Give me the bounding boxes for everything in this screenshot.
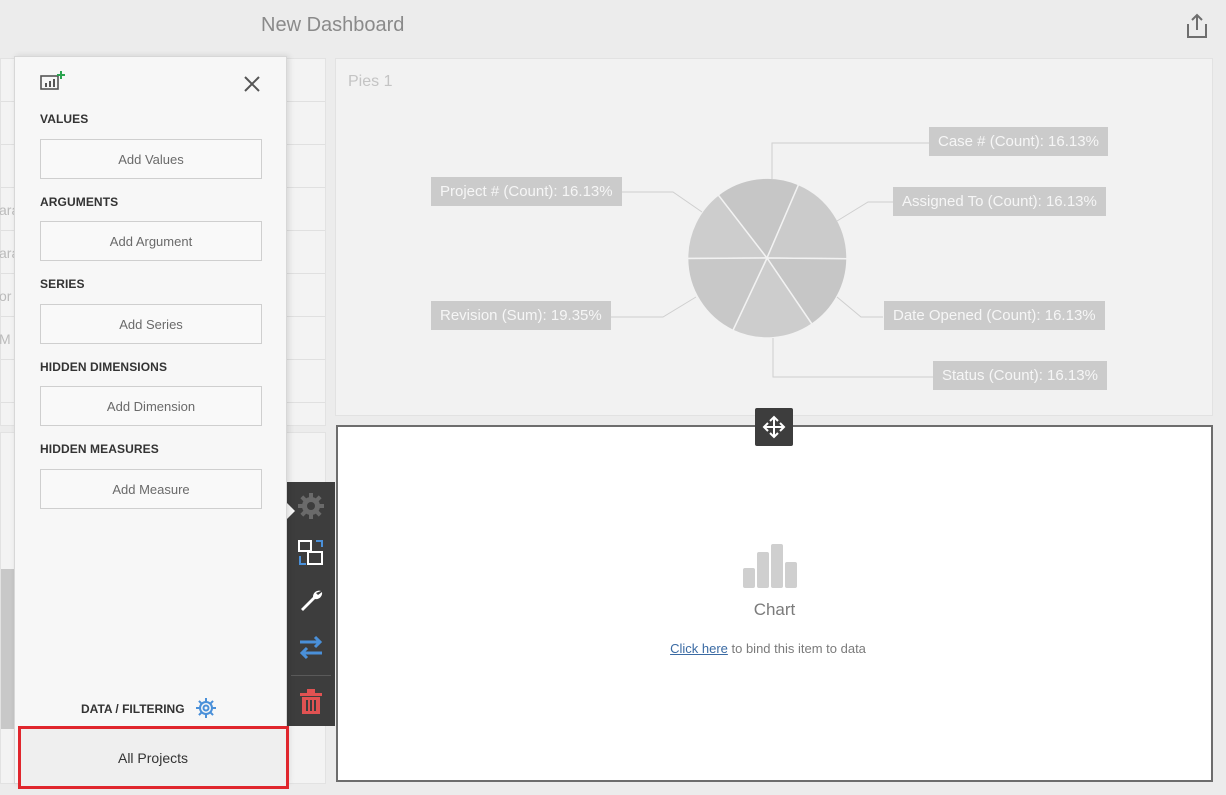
add-dimension-button[interactable]: Add Dimension [40, 386, 262, 426]
hidden-measures-section-label: HIDDEN MEASURES [40, 442, 159, 456]
values-section-label: VALUES [40, 112, 89, 126]
item-toolbar [286, 482, 335, 726]
data-source-button[interactable]: All Projects [19, 727, 287, 787]
wrench-icon[interactable] [287, 578, 335, 622]
arguments-section-label: ARGUMENTS [40, 195, 119, 209]
leader-line [771, 142, 929, 179]
trash-icon[interactable] [287, 680, 335, 724]
share-icon[interactable] [1184, 12, 1210, 40]
convert-icon[interactable] [287, 531, 335, 575]
leader-line [619, 191, 703, 213]
add-argument-button[interactable]: Add Argument [40, 221, 262, 261]
hidden-dimensions-section-label: HIDDEN DIMENSIONS [40, 360, 168, 374]
add-series-button[interactable]: Add Series [40, 304, 262, 344]
data-filtering-label: DATA / FILTERING [81, 702, 185, 716]
data-filtering-gear-icon[interactable] [195, 697, 217, 724]
pie-label-date-opened: Date Opened (Count): 16.13% [884, 301, 1105, 330]
series-section-label: SERIES [40, 277, 85, 291]
toolbar-separator [291, 675, 331, 676]
binding-panel: VALUES Add Values ARGUMENTS Add Argument… [14, 56, 287, 787]
leader-line [836, 296, 883, 318]
move-handle-icon[interactable] [755, 408, 793, 446]
pie-label-assigned-to: Assigned To (Count): 16.13% [893, 187, 1106, 216]
pie-label-project: Project # (Count): 16.13% [431, 177, 622, 206]
pie-label-case: Case # (Count): 16.13% [929, 127, 1108, 156]
swap-icon[interactable] [287, 625, 335, 669]
pie-item[interactable]: Pies 1 Case # (Count): 16.13% Project # … [335, 58, 1213, 416]
add-measure-button[interactable]: Add Measure [40, 469, 262, 509]
chart-item[interactable]: Chart Click here to bind this item to da… [336, 425, 1213, 782]
chart-placeholder-title: Chart [753, 600, 796, 619]
pie-label-revision: Revision (Sum): 19.35% [431, 301, 611, 330]
add-values-button[interactable]: Add Values [40, 139, 262, 179]
bind-text: to bind this item to data [731, 641, 866, 656]
chart-bind-message: Click here to bind this item to data [668, 640, 868, 658]
close-icon[interactable] [241, 73, 263, 95]
gear-icon[interactable] [287, 484, 335, 528]
add-chart-icon [40, 71, 65, 90]
leader-line [772, 338, 933, 378]
leader-line [604, 296, 697, 318]
click-here-link[interactable]: Click here [670, 641, 728, 656]
dashboard-title: New Dashboard [261, 14, 405, 36]
leader-line [836, 201, 893, 222]
bar-chart-icon [743, 544, 797, 588]
pie-label-status: Status (Count): 16.13% [933, 361, 1107, 390]
